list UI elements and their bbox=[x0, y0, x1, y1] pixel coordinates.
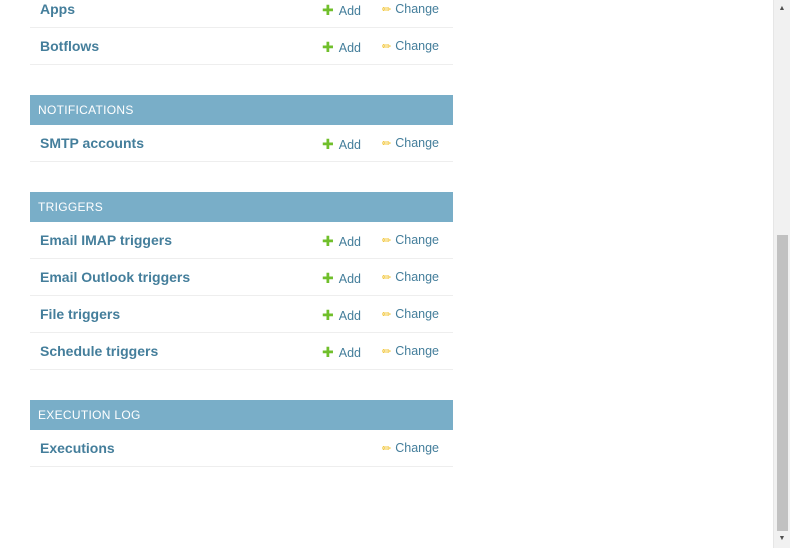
change-schedule-triggers-button[interactable]: ✏ Change bbox=[382, 344, 439, 358]
module-bots: Apps ✚ Add ✏ Change Botflows ✚ Add ✏ Change bbox=[30, 0, 453, 65]
plus-icon: ✚ bbox=[322, 2, 334, 18]
model-link-apps[interactable]: Apps bbox=[40, 1, 75, 17]
add-botflows-button[interactable]: ✚ Add bbox=[322, 39, 361, 56]
pencil-icon: ✏ bbox=[382, 309, 392, 321]
change-executions-button[interactable]: ✏ Change bbox=[382, 441, 439, 455]
add-schedule-triggers-button[interactable]: ✚ Add bbox=[322, 344, 361, 361]
add-label: Add bbox=[338, 346, 361, 360]
model-row-botflows: Botflows ✚ Add ✏ Change bbox=[30, 28, 453, 65]
change-label: Change bbox=[395, 270, 440, 284]
change-label: Change bbox=[395, 136, 440, 150]
scrollbar-thumb[interactable] bbox=[777, 235, 788, 531]
change-email-outlook-triggers-button[interactable]: ✏ Change bbox=[382, 270, 439, 284]
add-label: Add bbox=[338, 309, 361, 323]
app-list: Apps ✚ Add ✏ Change Botflows ✚ Add ✏ Change … bbox=[30, 0, 453, 497]
pencil-icon: ✏ bbox=[382, 4, 392, 16]
add-email-imap-triggers-button[interactable]: ✚ Add bbox=[322, 233, 361, 250]
change-smtp-accounts-button[interactable]: ✏ Change bbox=[382, 136, 439, 150]
pencil-icon: ✏ bbox=[382, 443, 392, 455]
add-label: Add bbox=[338, 138, 361, 152]
scroll-down-arrow-icon[interactable]: ▼ bbox=[774, 532, 790, 546]
module-triggers: TRIGGERS Email IMAP triggers ✚ Add ✏ Chang… bbox=[30, 192, 453, 370]
add-label: Add bbox=[338, 41, 361, 55]
pencil-icon: ✏ bbox=[382, 138, 392, 150]
pencil-icon: ✏ bbox=[382, 41, 392, 53]
module-header-notifications[interactable]: NOTIFICATIONS bbox=[30, 95, 453, 125]
plus-icon: ✚ bbox=[322, 39, 334, 55]
model-link-schedule-triggers[interactable]: Schedule triggers bbox=[40, 343, 158, 359]
module-header-execution-log[interactable]: EXECUTION LOG bbox=[30, 400, 453, 430]
plus-icon: ✚ bbox=[322, 136, 334, 152]
module-execution-log: EXECUTION LOG Executions ✏ Change bbox=[30, 400, 453, 467]
add-file-triggers-button[interactable]: ✚ Add bbox=[322, 307, 361, 324]
add-smtp-accounts-button[interactable]: ✚ Add bbox=[322, 136, 361, 153]
vertical-scrollbar[interactable]: ▲ ▼ bbox=[773, 0, 790, 548]
model-link-email-imap-triggers[interactable]: Email IMAP triggers bbox=[40, 232, 172, 248]
model-row-apps: Apps ✚ Add ✏ Change bbox=[30, 0, 453, 28]
plus-icon: ✚ bbox=[322, 270, 334, 286]
model-link-botflows[interactable]: Botflows bbox=[40, 38, 99, 54]
admin-page: Apps ✚ Add ✏ Change Botflows ✚ Add ✏ Change … bbox=[0, 0, 790, 548]
change-label: Change bbox=[395, 2, 440, 16]
model-row-email-outlook-triggers: Email Outlook triggers ✚ Add ✏ Change bbox=[30, 259, 453, 296]
change-apps-button[interactable]: ✏ Change bbox=[382, 2, 439, 16]
pencil-icon: ✏ bbox=[382, 272, 392, 284]
change-label: Change bbox=[395, 344, 440, 358]
pencil-icon: ✏ bbox=[382, 235, 392, 247]
model-row-email-imap-triggers: Email IMAP triggers ✚ Add ✏ Change bbox=[30, 222, 453, 259]
add-label: Add bbox=[338, 235, 361, 249]
module-notifications: NOTIFICATIONS SMTP accounts ✚ Add ✏ Change bbox=[30, 95, 453, 162]
change-label: Change bbox=[395, 441, 440, 455]
change-label: Change bbox=[395, 39, 440, 53]
model-link-executions[interactable]: Executions bbox=[40, 440, 115, 456]
change-label: Change bbox=[395, 233, 440, 247]
model-link-smtp-accounts[interactable]: SMTP accounts bbox=[40, 135, 144, 151]
change-botflows-button[interactable]: ✏ Change bbox=[382, 39, 439, 53]
pencil-icon: ✏ bbox=[382, 346, 392, 358]
model-row-executions: Executions ✏ Change bbox=[30, 430, 453, 467]
add-label: Add bbox=[338, 272, 361, 286]
change-label: Change bbox=[395, 307, 440, 321]
model-link-file-triggers[interactable]: File triggers bbox=[40, 306, 120, 322]
model-link-email-outlook-triggers[interactable]: Email Outlook triggers bbox=[40, 269, 190, 285]
model-row-schedule-triggers: Schedule triggers ✚ Add ✏ Change bbox=[30, 333, 453, 370]
model-row-file-triggers: File triggers ✚ Add ✏ Change bbox=[30, 296, 453, 333]
change-file-triggers-button[interactable]: ✏ Change bbox=[382, 307, 439, 321]
module-header-triggers[interactable]: TRIGGERS bbox=[30, 192, 453, 222]
add-apps-button[interactable]: ✚ Add bbox=[322, 2, 361, 19]
change-email-imap-triggers-button[interactable]: ✏ Change bbox=[382, 233, 439, 247]
add-email-outlook-triggers-button[interactable]: ✚ Add bbox=[322, 270, 361, 287]
scroll-up-arrow-icon[interactable]: ▲ bbox=[774, 2, 790, 16]
plus-icon: ✚ bbox=[322, 307, 334, 323]
model-row-smtp-accounts: SMTP accounts ✚ Add ✏ Change bbox=[30, 125, 453, 162]
plus-icon: ✚ bbox=[322, 233, 334, 249]
add-label: Add bbox=[338, 4, 361, 18]
plus-icon: ✚ bbox=[322, 344, 334, 360]
